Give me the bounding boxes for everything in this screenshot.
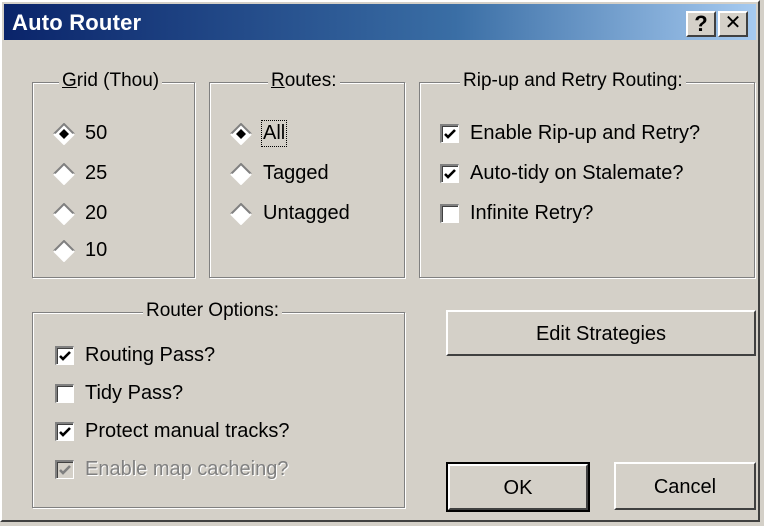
checkbox-label: Enable map cacheing? (85, 458, 289, 480)
grid-group-label: Grid (Thou) (59, 70, 163, 92)
grid-option-label: 10 (85, 239, 108, 261)
checkbox-label: Infinite Retry? (470, 202, 594, 224)
checkbox-checked-icon (55, 422, 74, 441)
router-options-group: Router Options: Routing Pass? Tidy Pass?… (32, 300, 405, 508)
routes-group: Routes: All Tagged Untagged (209, 70, 405, 278)
edit-strategies-button[interactable]: Edit Strategies (446, 310, 756, 356)
cancel-button[interactable]: Cancel (614, 462, 756, 510)
close-button[interactable]: ✕ (718, 11, 748, 37)
cancel-label: Cancel (653, 476, 717, 498)
radio-icon (230, 163, 252, 185)
routes-label-rest: outes: (284, 70, 337, 91)
checkbox-icon (55, 384, 74, 403)
ok-label: OK (503, 477, 533, 499)
grid-option-label: 25 (85, 162, 108, 184)
ok-button[interactable]: OK (446, 462, 590, 512)
radio-selected-icon (53, 123, 75, 145)
help-button[interactable]: ? (686, 11, 716, 37)
radio-icon (230, 203, 252, 225)
routes-option-label: Untagged (263, 202, 350, 224)
radio-icon (53, 163, 75, 185)
grid-group: Grid (Thou) 50 25 20 10 (32, 70, 195, 278)
routes-option-label: Tagged (263, 162, 329, 184)
checkbox-checked-icon (55, 346, 74, 365)
help-icon: ? (694, 11, 708, 36)
grid-option-label: 50 (85, 122, 108, 144)
checkbox-checked-icon (440, 124, 459, 143)
window-title: Auto Router (12, 10, 142, 35)
grid-option-label: 20 (85, 202, 108, 224)
routes-option-label: All (260, 120, 288, 147)
ripup-group: Rip-up and Retry Routing: Enable Rip-up … (419, 70, 755, 278)
checkbox-label: Routing Pass? (85, 344, 216, 366)
radio-selected-icon (230, 123, 252, 145)
grid-label-rest: rid (Thou) (76, 70, 160, 91)
routes-group-label: Routes: (268, 70, 340, 92)
ripup-group-label: Rip-up and Retry Routing: (460, 70, 686, 92)
checkbox-label: Protect manual tracks? (85, 420, 290, 442)
router-options-label: Router Options: (143, 300, 283, 322)
checkbox-icon (440, 204, 459, 223)
checkbox-label: Enable Rip-up and Retry? (470, 122, 701, 144)
edit-strategies-label: Edit Strategies (535, 323, 667, 345)
checkbox-label: Auto-tidy on Stalemate? (470, 162, 684, 184)
checkbox-label: Tidy Pass? (85, 382, 184, 404)
radio-icon (53, 240, 75, 262)
close-icon: ✕ (724, 12, 742, 34)
title-bar[interactable]: Auto Router ? ✕ (4, 4, 756, 40)
radio-icon (53, 203, 75, 225)
auto-router-dialog: Auto Router ? ✕ Grid (Thou) 50 25 20 10 … (0, 0, 760, 522)
checkbox-checked-icon (440, 164, 459, 183)
checkbox-checked-disabled-icon (55, 460, 74, 479)
